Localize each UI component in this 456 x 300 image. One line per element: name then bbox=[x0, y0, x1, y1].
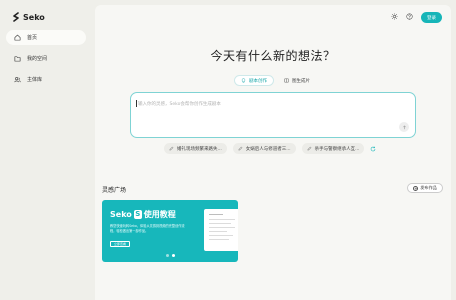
suggestion-chip[interactable]: 婚礼现场频繁来路失... bbox=[164, 143, 227, 154]
text-caret bbox=[136, 100, 137, 107]
pencil-icon bbox=[169, 146, 174, 151]
pencil-icon bbox=[307, 146, 311, 151]
suggestion-label: 女娲后人与修道者三... bbox=[245, 146, 291, 152]
carousel-dot[interactable] bbox=[166, 254, 169, 257]
suggestion-chip[interactable]: 女娲后人与修道者三... bbox=[232, 143, 296, 154]
sidebar-item-home[interactable]: 首页 bbox=[6, 30, 86, 45]
sidebar: Seko 首页 我的空间 主体库 bbox=[0, 0, 94, 300]
bulb-icon bbox=[241, 78, 246, 83]
section-title-inspiration: 灵感广场 bbox=[102, 187, 127, 194]
tab-image-to-film[interactable]: 图生成片 bbox=[278, 75, 316, 86]
refresh-icon[interactable] bbox=[370, 146, 376, 152]
suggestion-label: 婚礼现场频繁来路失... bbox=[177, 146, 222, 152]
main-panel: 登录 今天有什么新的想法？ 剧本创作 图生成片 输入你的灵感，Seko会帮你创作… bbox=[95, 5, 451, 300]
login-button[interactable]: 登录 bbox=[421, 12, 442, 23]
carousel-dot[interactable] bbox=[172, 254, 175, 257]
suggestion-label: 杀手与警察继承人互... bbox=[314, 146, 360, 152]
seko-badge-icon: S bbox=[133, 210, 142, 219]
users-icon bbox=[14, 77, 21, 83]
help-icon[interactable] bbox=[406, 13, 413, 20]
sidebar-item-label: 我的空间 bbox=[27, 56, 48, 62]
arrow-up-icon bbox=[402, 124, 406, 129]
banner-title: Seko S 使用教程 bbox=[110, 209, 176, 220]
sidebar-item-my-space[interactable]: 我的空间 bbox=[6, 51, 86, 66]
sidebar-item-label: 主体库 bbox=[27, 77, 43, 83]
tab-label: 图生成片 bbox=[292, 78, 310, 84]
banner-title-suffix: 使用教程 bbox=[143, 210, 176, 219]
pencil-icon bbox=[238, 146, 243, 151]
sun-icon[interactable] bbox=[391, 13, 398, 20]
mode-tabs: 剧本创作 图生成片 bbox=[234, 75, 316, 86]
sidebar-item-subject-library[interactable]: 主体库 bbox=[6, 72, 86, 87]
suggestion-chip[interactable]: 杀手与警察继承人互... bbox=[301, 143, 365, 154]
tab-label: 剧本创作 bbox=[249, 78, 267, 84]
publish-button[interactable]: + 发布作品 bbox=[407, 183, 443, 193]
plus-icon: + bbox=[413, 185, 419, 191]
carousel-dots bbox=[166, 254, 175, 257]
logo[interactable]: Seko bbox=[12, 12, 45, 22]
idea-input-box[interactable]: 输入你的灵感，Seko会帮你创作生成剧本 bbox=[130, 92, 416, 138]
banner-screenshot-preview bbox=[204, 209, 238, 251]
seko-logo-icon bbox=[13, 12, 19, 22]
sidebar-item-label: 首页 bbox=[27, 35, 38, 41]
banner-title-prefix: Seko bbox=[110, 210, 132, 219]
sidebar-nav: 首页 我的空间 主体库 bbox=[6, 30, 86, 93]
folder-icon bbox=[14, 56, 21, 62]
logo-text: Seko bbox=[23, 12, 45, 22]
header-icons bbox=[391, 13, 413, 20]
publish-label: 发布作品 bbox=[420, 185, 437, 190]
send-button[interactable] bbox=[399, 122, 409, 132]
banner-description: 教您快速玩转Seko，体验从灵感到视频的完整创作流程，轻松做出第一部作品。 bbox=[110, 224, 185, 233]
page-title: 今天有什么新的想法？ bbox=[210, 49, 336, 63]
suggestion-chips: 婚礼现场频繁来路失... 女娲后人与修道者三... 杀手与警察继承人互... bbox=[164, 143, 376, 154]
banner-view-button[interactable]: 立即查看 bbox=[110, 241, 130, 247]
image-icon bbox=[284, 78, 289, 83]
tutorial-banner-card[interactable]: Seko S 使用教程 教您快速玩转Seko，体验从灵感到视频的完整创作流程，轻… bbox=[102, 200, 238, 262]
tab-script-writing[interactable]: 剧本创作 bbox=[234, 75, 274, 86]
idea-input-placeholder: 输入你的灵感，Seko会帮你创作生成剧本 bbox=[138, 102, 221, 107]
home-icon bbox=[14, 34, 21, 41]
